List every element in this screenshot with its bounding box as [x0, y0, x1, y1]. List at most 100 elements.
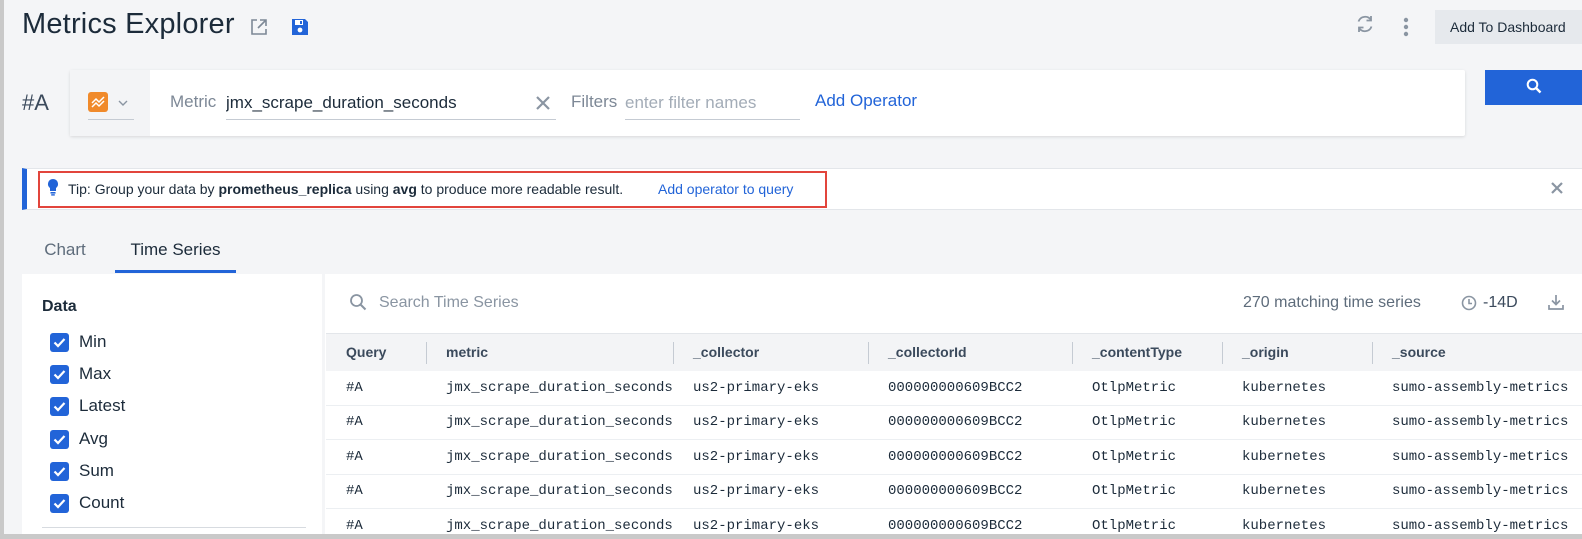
add-to-dashboard-button[interactable]: Add To Dashboard — [1435, 10, 1582, 44]
table-row[interactable]: #A jmx_scrape_duration_seconds us2-prima… — [326, 405, 1582, 440]
save-icon[interactable] — [289, 16, 311, 38]
app-header: Metrics Explorer Add To Dashboard — [0, 0, 1582, 60]
close-icon[interactable] — [535, 95, 551, 116]
window-frame-bottom — [0, 534, 1582, 539]
table-row[interactable]: #A jmx_scrape_duration_seconds us2-prima… — [326, 370, 1582, 406]
filters-input[interactable] — [625, 86, 800, 120]
table-cell: 000000000609BCC2 — [868, 474, 1072, 509]
checkbox-checked-icon — [50, 493, 69, 513]
table-cell: 000000000609BCC2 — [868, 439, 1072, 475]
table-row[interactable]: #A jmx_scrape_duration_seconds us2-prima… — [326, 439, 1582, 475]
clock-icon — [1461, 295, 1477, 316]
tip-group-key: prometheus_replica — [218, 181, 352, 197]
checkbox-latest[interactable]: Latest — [50, 394, 125, 418]
time-series-search-input[interactable] — [379, 288, 779, 318]
column-header-collector-id[interactable]: _collectorId — [868, 333, 1072, 371]
table-cell: #A — [326, 474, 426, 509]
tip-function: avg — [392, 181, 417, 197]
lightbulb-icon — [47, 178, 59, 201]
chevron-down-icon — [118, 94, 128, 112]
tab-chart[interactable]: Chart — [22, 228, 108, 273]
checkbox-avg[interactable]: Avg — [50, 427, 108, 451]
table-cell: us2-primary-eks — [673, 439, 868, 475]
query-editor: Metric Filters Add Operator — [70, 70, 1465, 136]
table-cell: #A — [326, 370, 426, 406]
table-header-row: Query metric _collector _collectorId _co… — [326, 333, 1582, 371]
table-cell: sumo-assembly-metrics — [1372, 405, 1582, 440]
add-operator-link[interactable]: Add Operator — [815, 91, 917, 111]
table-cell: kubernetes — [1222, 439, 1372, 475]
checkbox-count[interactable]: Count — [50, 491, 124, 515]
run-query-button[interactable] — [1485, 70, 1582, 105]
time-series-table: Query metric _collector _collectorId _co… — [326, 333, 1582, 534]
table-cell: sumo-assembly-metrics — [1372, 370, 1582, 406]
data-panel-heading: Data — [42, 298, 77, 315]
table-cell: sumo-assembly-metrics — [1372, 439, 1582, 475]
metric-type-cell — [70, 70, 150, 136]
table-cell: us2-primary-eks — [673, 370, 868, 406]
download-icon[interactable] — [1547, 293, 1565, 316]
table-cell: jmx_scrape_duration_seconds — [426, 508, 673, 534]
refresh-icon[interactable] — [1354, 13, 1376, 35]
table-cell: kubernetes — [1222, 405, 1372, 440]
table-cell: OtlpMetric — [1072, 405, 1222, 440]
tip-banner: Tip: Group your data by prometheus_repli… — [22, 168, 1582, 210]
tab-time-series[interactable]: Time Series — [115, 228, 236, 273]
search-icon — [349, 293, 367, 316]
column-header-origin[interactable]: _origin — [1222, 333, 1372, 371]
table-cell: 000000000609BCC2 — [868, 405, 1072, 440]
table-cell: kubernetes — [1222, 370, 1372, 406]
query-label: #A — [22, 90, 49, 115]
table-cell: kubernetes — [1222, 474, 1372, 509]
filters-label: Filters — [571, 92, 618, 111]
time-range-selector[interactable]: -14D — [1483, 294, 1518, 312]
column-header-collector[interactable]: _collector — [673, 333, 868, 371]
table-row[interactable]: #A jmx_scrape_duration_seconds us2-prima… — [326, 474, 1582, 509]
chart-line-icon — [88, 92, 108, 112]
table-cell: jmx_scrape_duration_seconds — [426, 370, 673, 406]
search-icon — [1526, 78, 1542, 97]
checkbox-checked-icon — [50, 364, 69, 384]
table-cell: #A — [326, 439, 426, 475]
metric-label: Metric — [170, 92, 217, 111]
table-cell: us2-primary-eks — [673, 405, 868, 440]
table-cell: us2-primary-eks — [673, 474, 868, 509]
add-operator-to-query-link[interactable]: Add operator to query — [658, 181, 793, 197]
panel-divider — [42, 527, 306, 528]
tip-text: Tip: Group your data by prometheus_repli… — [68, 181, 624, 197]
checkbox-sum[interactable]: Sum — [50, 459, 114, 483]
checkbox-checked-icon — [50, 396, 69, 416]
metric-type-selector[interactable] — [88, 90, 134, 120]
table-cell: OtlpMetric — [1072, 508, 1222, 534]
table-cell: 000000000609BCC2 — [868, 370, 1072, 406]
table-cell: jmx_scrape_duration_seconds — [426, 405, 673, 440]
share-icon[interactable] — [248, 16, 270, 38]
column-header-query[interactable]: Query — [326, 333, 426, 371]
checkbox-checked-icon — [50, 429, 69, 449]
table-cell: us2-primary-eks — [673, 508, 868, 534]
checkbox-checked-icon — [50, 332, 69, 352]
metric-input[interactable] — [226, 86, 556, 120]
table-cell: sumo-assembly-metrics — [1372, 474, 1582, 509]
table-cell: jmx_scrape_duration_seconds — [426, 439, 673, 475]
table-cell: OtlpMetric — [1072, 474, 1222, 509]
table-cell: 000000000609BCC2 — [868, 508, 1072, 534]
table-cell: #A — [326, 405, 426, 440]
time-series-panel: 270 matching time series -14D Query metr… — [325, 274, 1582, 534]
column-header-metric[interactable]: metric — [426, 333, 673, 371]
matching-series-count: 270 matching time series — [1243, 294, 1421, 311]
table-cell: jmx_scrape_duration_seconds — [426, 474, 673, 509]
window-frame-left — [0, 0, 4, 539]
table-cell: #A — [326, 508, 426, 534]
checkbox-min[interactable]: Min — [50, 330, 106, 354]
table-cell: OtlpMetric — [1072, 370, 1222, 406]
checkbox-max[interactable]: Max — [50, 362, 111, 386]
column-header-source[interactable]: _source — [1372, 333, 1582, 371]
close-icon[interactable] — [1550, 181, 1564, 200]
kebab-menu-icon[interactable] — [1395, 16, 1417, 38]
checkbox-checked-icon — [50, 461, 69, 481]
table-cell: kubernetes — [1222, 508, 1372, 534]
table-row[interactable]: #A jmx_scrape_duration_seconds us2-prima… — [326, 508, 1582, 534]
page-title: Metrics Explorer — [22, 8, 235, 40]
column-header-content-type[interactable]: _contentType — [1072, 333, 1222, 371]
